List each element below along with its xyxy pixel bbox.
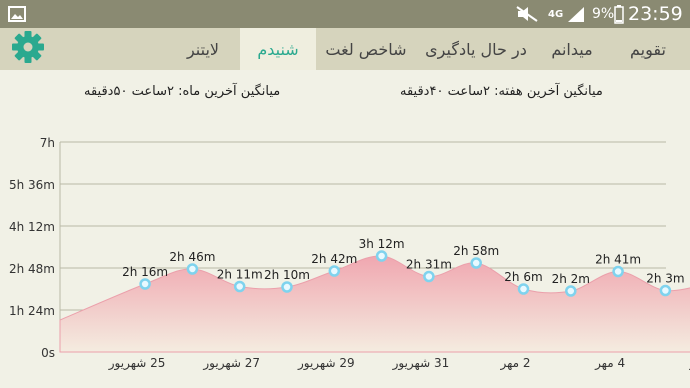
data-label: 2h 58m xyxy=(453,244,499,258)
data-label: 2h 41m xyxy=(595,253,641,267)
data-point xyxy=(612,265,624,278)
gear-icon xyxy=(11,30,45,68)
month-average: میانگین آخرین ماه: ۲ساعت ۵۰دقیقه xyxy=(84,84,281,99)
network-label: 4G xyxy=(548,8,564,20)
y-tick-label: 5h 36m xyxy=(9,178,55,192)
data-point xyxy=(375,250,388,262)
data-label: 2h 42m xyxy=(311,252,357,266)
gallery-icon xyxy=(8,0,26,28)
clock: 23:59 xyxy=(628,3,683,25)
listening-time-chart: 7h 5h 36m 4h 12m 2h 48m 1h 24m 0s 25 شهریور 27 … xyxy=(9,136,690,371)
data-point xyxy=(517,283,530,295)
tab-heard[interactable]: شنیدم xyxy=(240,28,316,70)
tab-bar: لایتنر شنیدم شاخص لغت در حال یادگیری مید… xyxy=(0,28,690,70)
signal-icon xyxy=(566,0,586,28)
tab-word-index[interactable]: شاخص لغت xyxy=(316,28,416,70)
x-tick-label: 31 شهریور xyxy=(392,356,450,371)
data-point xyxy=(328,265,341,277)
data-label: 2h 11m xyxy=(217,268,263,282)
data-label: 2h 10m xyxy=(264,268,310,282)
data-label: 3h 12m xyxy=(359,237,405,251)
data-point xyxy=(233,280,246,293)
y-tick-label: 2h 48m xyxy=(9,262,55,276)
tab-leitner[interactable]: لایتنر xyxy=(168,28,238,70)
battery-percent: 9% xyxy=(592,6,615,22)
data-label: 2h 2m xyxy=(552,272,590,286)
battery-icon xyxy=(614,0,624,28)
tab-calendar[interactable]: تقویم xyxy=(610,28,686,70)
data-label: 2h 16m xyxy=(122,265,168,279)
y-tick-label: 7h xyxy=(40,136,55,150)
data-label: 2h 6m xyxy=(504,270,542,284)
status-bar: 4G 9% 23:59 xyxy=(0,0,690,28)
data-point xyxy=(470,257,482,269)
data-label: 2h 31m xyxy=(406,258,452,272)
x-tick-label: 25 شهریور xyxy=(108,356,166,371)
data-point xyxy=(565,285,577,297)
mute-icon xyxy=(515,0,539,28)
tab-learning[interactable]: در حال یادگیری xyxy=(416,28,536,70)
y-tick-label: 4h 12m xyxy=(9,220,55,234)
data-label: 2h 46m xyxy=(169,250,215,264)
x-tick-label: 29 شهریور xyxy=(297,356,355,371)
week-average: میانگین آخرین هفته: ۲ساعت ۴۰دقیقه xyxy=(400,84,603,99)
data-point xyxy=(281,281,293,293)
x-tick-label: 27 شهریور xyxy=(202,356,260,371)
y-tick-label: 1h 24m xyxy=(9,304,55,318)
data-point xyxy=(423,270,435,283)
averages-row: میانگین آخرین ماه: ۲ساعت ۵۰دقیقه میانگین… xyxy=(0,70,690,110)
settings-button[interactable] xyxy=(8,28,48,70)
data-point xyxy=(659,284,672,297)
x-tick-label: 4 مهر xyxy=(594,356,625,371)
data-label: 2h 3m xyxy=(646,272,684,286)
x-tick-label: 2 مهر xyxy=(499,356,530,371)
y-tick-label: 0s xyxy=(41,346,55,360)
tab-known[interactable]: میدانم xyxy=(536,28,608,70)
data-point xyxy=(139,278,151,290)
data-point xyxy=(186,263,199,275)
